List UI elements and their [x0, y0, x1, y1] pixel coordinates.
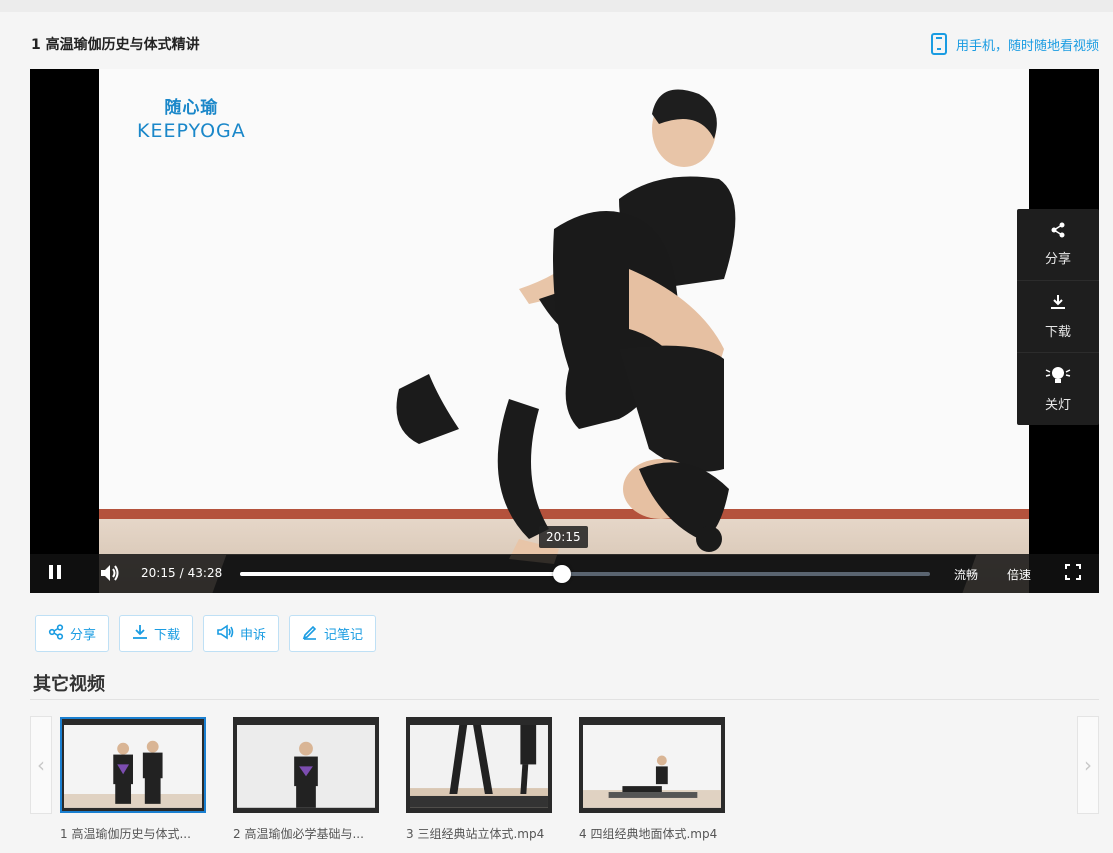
chevron-right-icon: › [1084, 753, 1092, 777]
next-arrow-button[interactable]: › [1077, 716, 1099, 814]
thumbnail-caption: 3 三组经典站立体式.mp4 [406, 827, 545, 841]
thumbnail-caption: 4 四组经典地面体式.mp4 [579, 827, 718, 841]
download-button[interactable]: 下载 [119, 615, 194, 652]
thumbnail-image [579, 717, 725, 813]
time-display: 20:15/43:28 [141, 566, 223, 580]
video-thumbnail[interactable]: 2 高温瑜伽必学基础与... [233, 717, 379, 842]
download-button-label: 下载 [154, 628, 181, 643]
side-share-button[interactable]: 分享 [1017, 209, 1099, 281]
side-share-label: 分享 [1044, 252, 1071, 267]
thumbnail-caption: 2 高温瑜伽必学基础与... [233, 827, 364, 841]
brand-watermark: 随心瑜 KEEPYOGA [137, 93, 246, 142]
player-control-bar: 20:15/43:28 流畅 倍速 [30, 554, 1099, 593]
video-thumbnail[interactable]: 4 四组经典地面体式.mp4 [579, 717, 725, 842]
section-divider [30, 699, 1099, 700]
volume-icon[interactable] [99, 563, 121, 586]
megaphone-icon [216, 624, 234, 644]
phone-icon [930, 33, 948, 55]
video-frame[interactable]: 随心瑜 KEEPYOGA [99, 69, 1029, 593]
brand-name-cn: 随心瑜 [164, 98, 219, 118]
download-icon [1049, 293, 1067, 315]
progress-fill [240, 572, 562, 576]
take-note-button[interactable]: 记笔记 [289, 615, 377, 652]
brand-name-en: KEEPYOGA [137, 120, 246, 142]
fullscreen-icon[interactable] [1065, 564, 1081, 583]
chevron-left-icon: ‹ [37, 753, 45, 777]
complaint-button[interactable]: 申诉 [203, 615, 280, 652]
duration: 43:28 [187, 566, 223, 580]
share-button[interactable]: 分享 [35, 615, 110, 652]
progress-handle[interactable] [552, 565, 571, 583]
thumbnail-scene [410, 725, 548, 808]
top-band [0, 0, 1113, 12]
side-download-label: 下载 [1044, 325, 1071, 340]
thumbnail-image [233, 717, 379, 813]
other-videos-title: 其它视频 [33, 674, 105, 695]
side-light-off-label: 关灯 [1044, 397, 1071, 413]
video-instructor-figure [396, 89, 736, 564]
hover-time-tooltip: 20:15 [539, 526, 588, 548]
side-light-off-button[interactable]: 关灯 [1017, 353, 1099, 425]
video-player[interactable]: 随心瑜 KEEPYOGA 20:15 20:15/43:28 流畅 倍速 [30, 69, 1099, 593]
quality-button[interactable]: 流畅 [954, 566, 978, 583]
thumbnail-caption: 1 高温瑜伽历史与体式... [60, 827, 191, 841]
pencil-icon [302, 624, 318, 644]
complaint-button-label: 申诉 [240, 628, 267, 643]
mobile-link-label: 用手机，随时随地看视频 [955, 38, 1099, 54]
thumbnail-image [406, 717, 552, 813]
page-title: 1 高温瑜伽历史与体式精讲 [31, 37, 200, 53]
video-thumbnail-list: 1 高温瑜伽历史与体式... 2 高温瑜伽必学基础与... 3 三组经典站立体式… [60, 717, 725, 842]
take-note-button-label: 记笔记 [324, 628, 364, 643]
action-buttons: 分享 下载 申诉 记笔记 [35, 615, 377, 652]
player-side-menu: 分享 下载 关灯 [1017, 209, 1099, 425]
video-thumbnail[interactable]: 3 三组经典站立体式.mp4 [406, 717, 552, 842]
current-time: 20:15 [141, 566, 176, 580]
share-button-label: 分享 [70, 628, 97, 643]
prev-arrow-button[interactable]: ‹ [30, 716, 52, 814]
share-icon [48, 623, 64, 644]
thumbnail-scene [64, 725, 202, 808]
thumbnail-scene [583, 725, 721, 808]
speed-button[interactable]: 倍速 [1007, 566, 1031, 583]
light-off-icon [1045, 366, 1071, 388]
thumbnail-image [60, 717, 206, 813]
side-download-button[interactable]: 下载 [1017, 281, 1099, 353]
pause-icon[interactable] [48, 564, 62, 583]
mobile-watch-link[interactable]: 用手机，随时随地看视频 [930, 33, 1099, 55]
progress-bar[interactable] [240, 565, 930, 583]
share-icon [1050, 222, 1066, 242]
download-icon [132, 624, 148, 644]
thumbnail-scene [237, 725, 375, 808]
video-thumbnail[interactable]: 1 高温瑜伽历史与体式... [60, 717, 206, 842]
